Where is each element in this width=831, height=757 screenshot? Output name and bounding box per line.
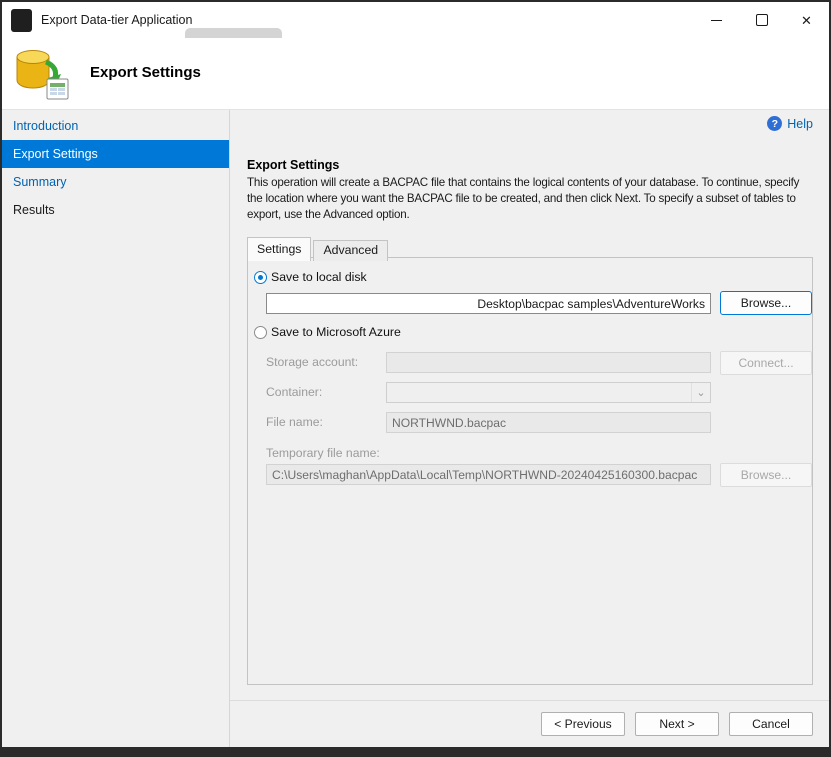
browse-local-button[interactable]: Browse... <box>720 291 812 315</box>
file-name-input <box>386 412 711 433</box>
footer-buttons: < Previous Next > Cancel <box>230 700 829 747</box>
connect-button: Connect... <box>720 351 812 375</box>
maximize-icon <box>756 14 768 26</box>
local-path-input[interactable] <box>266 293 711 314</box>
browse-temp-button: Browse... <box>720 463 812 487</box>
titlebar-artifact <box>185 28 282 38</box>
help-label: Help <box>787 117 813 131</box>
file-name-label: File name: <box>266 415 323 429</box>
help-link[interactable]: ? Help <box>767 116 813 131</box>
container-label: Container: <box>266 385 322 399</box>
next-button[interactable]: Next > <box>635 712 719 736</box>
app-icon <box>11 9 32 32</box>
tab-settings[interactable]: Settings <box>247 237 311 261</box>
storage-account-label: Storage account: <box>266 355 358 369</box>
content-pane: ? Help Export Settings This operation wi… <box>230 110 829 700</box>
minimize-button[interactable] <box>694 2 739 38</box>
window-controls: ✕ <box>694 2 829 38</box>
maximize-button[interactable] <box>739 2 784 38</box>
wizard-title: Export Settings <box>90 64 201 81</box>
container-select: ⌄ <box>386 382 711 403</box>
settings-tab-panel: Save to local disk Browse... Save to Mic… <box>247 257 813 685</box>
help-icon: ? <box>767 116 782 131</box>
minimize-icon <box>711 20 722 21</box>
sidebar-item-summary[interactable]: Summary <box>2 168 229 196</box>
save-azure-radio-label[interactable]: Save to Microsoft Azure <box>271 325 401 339</box>
chevron-down-icon: ⌄ <box>691 383 710 402</box>
sidebar: Introduction Export Settings Summary Res… <box>2 110 230 700</box>
export-wizard-window: Export Data-tier Application ✕ Export Se… <box>2 2 829 747</box>
previous-button[interactable]: < Previous <box>541 712 625 736</box>
storage-account-input <box>386 352 711 373</box>
footer: < Previous Next > Cancel <box>2 700 829 747</box>
close-icon: ✕ <box>801 14 812 27</box>
sidebar-item-export-settings[interactable]: Export Settings <box>2 140 229 168</box>
export-database-icon <box>13 47 75 101</box>
footer-sidebar-filler <box>2 700 230 747</box>
close-button[interactable]: ✕ <box>784 2 829 38</box>
temporary-file-label: Temporary file name: <box>266 446 380 460</box>
titlebar: Export Data-tier Application ✕ <box>2 2 829 38</box>
save-local-radio[interactable] <box>254 271 267 284</box>
sidebar-item-introduction[interactable]: Introduction <box>2 112 229 140</box>
page-heading: Export Settings <box>247 158 339 172</box>
window-title: Export Data-tier Application <box>41 13 192 27</box>
save-local-radio-label[interactable]: Save to local disk <box>271 270 367 284</box>
sidebar-item-results[interactable]: Results <box>2 196 229 224</box>
page-description: This operation will create a BACPAC file… <box>247 175 814 223</box>
temporary-file-input <box>266 464 711 485</box>
tab-strip: Settings Advanced <box>247 237 388 261</box>
cancel-button[interactable]: Cancel <box>729 712 813 736</box>
tab-advanced[interactable]: Advanced <box>313 240 388 261</box>
save-azure-radio[interactable] <box>254 326 267 339</box>
wizard-header: Export Settings <box>2 38 829 110</box>
main-area: Introduction Export Settings Summary Res… <box>2 110 829 700</box>
